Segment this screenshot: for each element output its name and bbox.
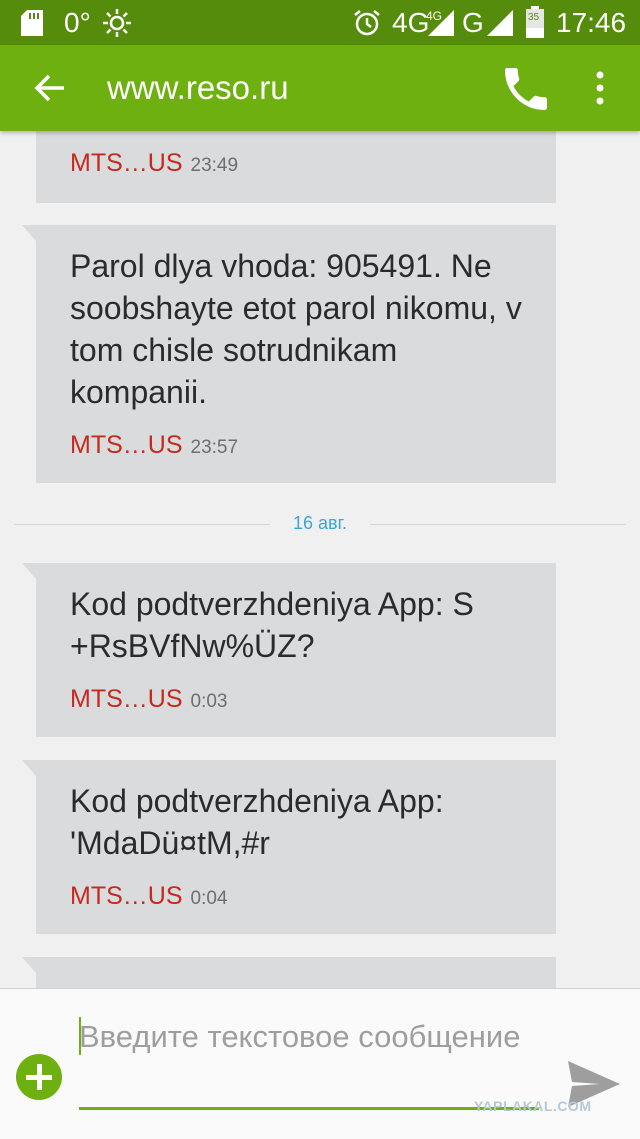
message-meta: MTS…US 0:04 <box>70 882 227 911</box>
message-input-placeholder: Введите текстовое сообщение <box>79 1019 521 1054</box>
message-bubble[interactable]: Kod podtverzhdeniya App: S +RsBVfNw%ÜZ? … <box>22 563 556 737</box>
message-meta: MTS…US 23:57 <box>70 431 238 460</box>
message-time: 0:03 <box>190 691 228 712</box>
network-g: G <box>462 7 484 38</box>
temperature: 0° <box>64 7 91 38</box>
clock: 17:46 <box>556 7 627 38</box>
message-sender: MTS…US <box>70 685 183 713</box>
message-text: Kod podtverzhdeniya App: S +RsBVfNw%ÜZ? <box>70 586 474 664</box>
bubble-tail <box>22 957 36 973</box>
network-type: 4G <box>392 7 430 38</box>
message-sender: MTS…US <box>70 431 183 459</box>
message-meta: MTS…US 23:49 <box>70 149 238 178</box>
message-sender: MTS…US <box>70 882 183 910</box>
status-bar: 0° 4G 4G G 35 17:46 <box>0 0 640 45</box>
date-label: 16 авг. <box>293 513 347 533</box>
composer: Введите текстовое сообщение YAPLAKAL.COM <box>0 988 640 1139</box>
watermark: YAPLAKAL.COM <box>474 1098 592 1114</box>
sun-icon <box>103 9 131 37</box>
battery-level: 35 <box>528 12 540 23</box>
signal-icon <box>428 10 454 36</box>
alarm-icon <box>354 10 380 36</box>
sd-card-icon <box>21 10 43 36</box>
more-vertical-icon[interactable] <box>594 71 606 105</box>
message-time: 23:57 <box>190 437 239 458</box>
message-text: Kod podtverzhdeniya App: 'MdaDü¤tM,#r <box>70 783 444 861</box>
message-bubble[interactable]: MTS…US 23:49 <box>36 131 556 203</box>
message-sender: MTS…US <box>70 149 183 177</box>
contact-title: www.reso.ru <box>107 69 289 106</box>
date-divider: 16 авг. <box>14 513 626 533</box>
add-attachment-button[interactable] <box>16 1054 62 1100</box>
message-text: Parol dlya vhoda: 905491. Ne soobshayte … <box>70 248 522 410</box>
message-time: 0:04 <box>190 888 228 909</box>
message-time: 23:49 <box>190 155 239 176</box>
back-arrow-icon[interactable] <box>34 73 66 103</box>
conversation[interactable]: MTS…US 23:49 Parol dlya vhoda: 905491. Ne… <box>0 131 640 988</box>
app-bar: www.reso.ru <box>0 45 640 131</box>
phone-icon[interactable] <box>498 61 554 117</box>
bubble-tail <box>22 760 36 776</box>
message-bubble[interactable]: Parol dlya vhoda: 905491. Ne soobshayte … <box>22 225 556 483</box>
message-bubble[interactable]: Kod podtverzhdeniya App: 'MdaDü¤tM,#r MT… <box>22 760 556 934</box>
signal-icon <box>487 10 513 36</box>
message-input[interactable]: Введите текстовое сообщение <box>79 1011 539 1110</box>
bubble-tail <box>22 563 36 579</box>
message-bubble[interactable] <box>22 957 556 988</box>
bubble-tail <box>22 225 36 241</box>
message-meta: MTS…US 0:03 <box>70 685 227 714</box>
